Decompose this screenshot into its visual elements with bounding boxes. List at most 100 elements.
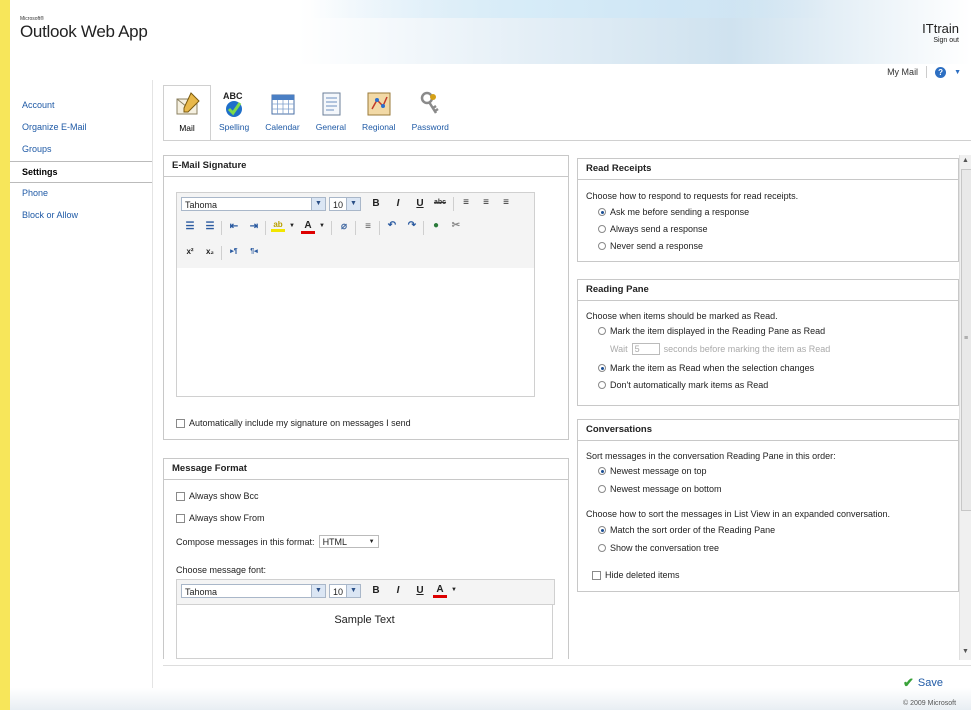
auto-include-checkbox[interactable] xyxy=(176,418,185,428)
signature-size-select[interactable]: 10 ▼ xyxy=(329,197,361,211)
align-center-icon[interactable]: ≡ xyxy=(479,197,493,208)
vertical-scrollbar[interactable]: ▲ ≡ ▼ xyxy=(959,155,971,660)
mail-pen-icon xyxy=(176,92,200,115)
reading-pane-option[interactable]: Don't automatically mark items as Read xyxy=(598,380,768,390)
conversation-order-option[interactable]: Newest message on top xyxy=(598,466,707,476)
wait-seconds-value: 5 xyxy=(634,344,640,354)
nav-item-settings[interactable]: Settings xyxy=(10,161,152,183)
tab-calendar-label: Calendar xyxy=(265,122,300,132)
sample-text-preview: Sample Text xyxy=(176,604,553,659)
signature-font-value: Tahoma xyxy=(185,200,218,210)
eraser-icon[interactable]: ⌀ xyxy=(337,221,351,232)
tab-calendar[interactable]: Calendar xyxy=(257,85,308,140)
align-left-icon[interactable]: ≡ xyxy=(459,197,473,208)
chevron-down-icon[interactable]: ▼ xyxy=(447,587,461,593)
align-right-icon[interactable]: ≡ xyxy=(499,197,513,208)
list-view-sort-option[interactable]: Show the conversation tree xyxy=(598,543,719,553)
list-view-sort-radio[interactable] xyxy=(598,544,606,552)
increase-indent-icon[interactable]: ⇥ xyxy=(247,221,261,232)
superscript-icon[interactable]: x² xyxy=(183,247,197,256)
conversation-order-radio[interactable] xyxy=(598,467,606,475)
chevron-down-icon[interactable]: ▼ xyxy=(315,223,329,229)
signature-editor[interactable] xyxy=(176,268,535,397)
read-receipt-option[interactable]: Never send a response xyxy=(598,241,703,251)
signature-font-select[interactable]: Tahoma ▼ xyxy=(181,197,326,211)
read-receipt-radio[interactable] xyxy=(598,225,606,233)
rtl-direction-icon[interactable]: ¶◂ xyxy=(247,247,261,255)
toolbar-separator xyxy=(423,221,424,235)
keys-icon xyxy=(420,91,439,114)
numbered-list-icon[interactable]: ☰ xyxy=(203,221,217,232)
reading-pane-option-label: Don't automatically mark items as Read xyxy=(610,380,769,390)
read-receipt-radio[interactable] xyxy=(598,208,606,216)
conversation-order-option[interactable]: Newest message on bottom xyxy=(598,484,722,494)
italic-icon[interactable]: I xyxy=(391,585,405,596)
scroll-thumb[interactable]: ≡ xyxy=(961,169,971,511)
font-color-icon[interactable]: A xyxy=(433,584,447,598)
app-logo: Microsoft® Outlook Web App xyxy=(20,16,148,42)
header-decoration xyxy=(310,0,830,18)
nav-item-phone[interactable]: Phone xyxy=(10,183,152,205)
underline-icon[interactable]: U xyxy=(413,585,427,596)
tab-mail[interactable]: Mail xyxy=(163,85,211,140)
subscript-icon[interactable]: x₂ xyxy=(203,247,217,256)
undo-icon[interactable]: ↶ xyxy=(385,220,399,231)
scroll-down-icon[interactable]: ▼ xyxy=(962,648,969,655)
decrease-indent-icon[interactable]: ⇤ xyxy=(227,221,241,232)
tab-general-label: General xyxy=(315,122,346,132)
highlight-color-icon[interactable]: ab xyxy=(271,220,285,232)
ltr-direction-icon[interactable]: ▸¶ xyxy=(227,247,241,255)
nav-item-organize-email[interactable]: Organize E-Mail xyxy=(10,117,152,139)
chevron-down-icon[interactable]: ▼ xyxy=(285,223,299,229)
email-signature-panel: E-Mail Signature Tahoma ▼ 10 ▼ B I U abc… xyxy=(163,155,569,440)
message-font-select[interactable]: Tahoma ▼ xyxy=(181,584,326,598)
horizontal-rule-icon[interactable]: ≡ xyxy=(361,221,375,232)
scroll-up-icon[interactable]: ▲ xyxy=(962,157,969,164)
tab-general[interactable]: General xyxy=(308,85,354,140)
reading-pane-option[interactable]: Mark the item displayed in the Reading P… xyxy=(598,326,825,336)
underline-icon[interactable]: U xyxy=(413,198,427,209)
conversation-order-radio[interactable] xyxy=(598,485,606,493)
remove-link-icon[interactable]: ✂ xyxy=(449,220,463,231)
user-area: ITtrain Sign out xyxy=(922,22,959,46)
always-bcc-checkbox[interactable] xyxy=(176,491,185,501)
logo-text: Outlook Web App xyxy=(20,22,148,41)
signature-size-value: 10 xyxy=(333,200,344,210)
bold-icon[interactable]: B xyxy=(369,198,383,209)
tab-password[interactable]: Password xyxy=(404,85,457,140)
footer-bar xyxy=(10,688,971,710)
compose-format-select[interactable]: HTML ▼ xyxy=(318,535,379,548)
read-receipt-option[interactable]: Ask me before sending a response xyxy=(598,207,749,217)
read-receipt-option[interactable]: Always send a response xyxy=(598,224,708,234)
help-dropdown-icon[interactable]: ▼ xyxy=(954,69,961,76)
sign-out-link[interactable]: Sign out xyxy=(922,36,959,46)
redo-icon[interactable]: ↷ xyxy=(405,220,419,231)
strikethrough-icon[interactable]: abc xyxy=(433,199,447,206)
message-size-select[interactable]: 10 ▼ xyxy=(329,584,361,598)
italic-icon[interactable]: I xyxy=(391,198,405,209)
list-view-sort-radio[interactable] xyxy=(598,526,606,534)
bulleted-list-icon[interactable]: ☰ xyxy=(183,221,197,232)
list-view-sort-option[interactable]: Match the sort order of the Reading Pane xyxy=(598,525,775,535)
tab-spelling-label: Spelling xyxy=(219,122,250,132)
tab-regional[interactable]: Regional xyxy=(354,85,404,140)
reading-pane-radio[interactable] xyxy=(598,327,606,335)
header: Microsoft® Outlook Web App ITtrain Sign … xyxy=(10,0,971,64)
help-icon[interactable]: ? xyxy=(935,66,947,78)
insert-link-icon[interactable]: ● xyxy=(429,220,443,231)
reading-pane-option[interactable]: Mark the item as Read when the selection… xyxy=(598,363,814,373)
reading-pane-radio[interactable] xyxy=(598,381,606,389)
nav-item-account[interactable]: Account xyxy=(10,95,152,117)
font-color-icon[interactable]: A xyxy=(301,220,315,234)
always-from-checkbox[interactable] xyxy=(176,513,185,523)
read-receipt-radio[interactable] xyxy=(598,242,606,250)
hide-deleted-checkbox[interactable] xyxy=(592,570,601,580)
list-view-sort-prompt: Choose how to sort the messages in List … xyxy=(586,509,891,519)
reading-pane-radio[interactable] xyxy=(598,364,606,372)
nav-item-block-or-allow[interactable]: Block or Allow xyxy=(10,205,152,227)
my-mail-link[interactable]: My Mail xyxy=(887,67,918,77)
regional-map-icon xyxy=(367,92,391,116)
bold-icon[interactable]: B xyxy=(369,585,383,596)
tab-spelling[interactable]: ABC Spelling xyxy=(211,85,257,140)
nav-item-groups[interactable]: Groups xyxy=(10,139,152,161)
